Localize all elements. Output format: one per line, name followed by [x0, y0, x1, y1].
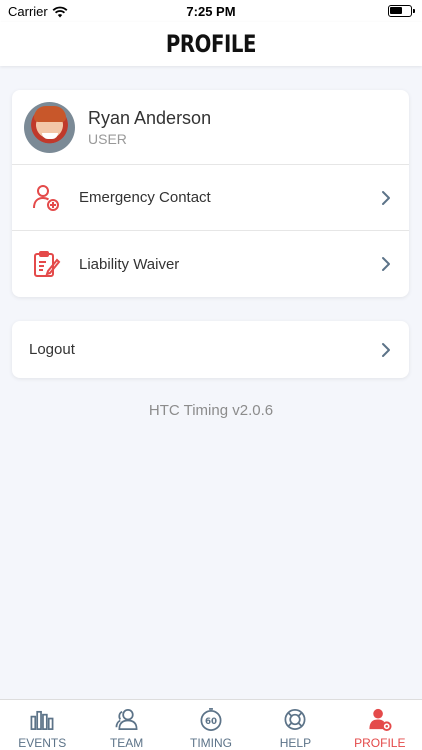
tab-label: EVENTS: [18, 736, 67, 750]
logout-label: Logout: [29, 341, 75, 358]
chevron-right-icon: [382, 190, 390, 205]
menu-item-label: Emergency Contact: [79, 189, 211, 206]
tab-timing[interactable]: 60 TIMING: [169, 700, 253, 750]
bar-chart-icon: [30, 710, 54, 730]
tab-label: TIMING: [190, 736, 233, 750]
profile-card: Ryan Anderson USER Emergency Contact Lia…: [12, 90, 409, 297]
lifebuoy-icon: [284, 709, 306, 730]
menu-item-liability-waiver[interactable]: Liability Waiver: [12, 231, 409, 297]
tab-profile[interactable]: PROFILE: [338, 700, 422, 750]
profile-header: Ryan Anderson USER: [12, 90, 409, 165]
tab-team[interactable]: TEAM: [84, 700, 168, 750]
tab-events[interactable]: EVENTS: [0, 700, 84, 750]
svg-text:60: 60: [205, 717, 217, 727]
status-time: 7:25 PM: [186, 4, 236, 19]
stopwatch-icon: 60: [200, 708, 222, 731]
menu-item-emergency-contact[interactable]: Emergency Contact: [12, 165, 409, 231]
status-bar: Carrier 7:25 PM: [0, 0, 422, 22]
tab-label: HELP: [279, 736, 312, 750]
logout-button[interactable]: Logout: [12, 321, 409, 378]
team-icon: [115, 709, 138, 730]
logout-card: Logout: [12, 321, 409, 378]
profile-text: Ryan Anderson USER: [88, 108, 211, 147]
profile-name: Ryan Anderson: [88, 107, 212, 128]
avatar: [24, 101, 75, 153]
tab-bar: EVENTS TEAM 60 TIMING HELP PROFILE: [0, 699, 422, 750]
page-title: PROFILE: [165, 30, 257, 58]
tab-help[interactable]: HELP: [253, 700, 337, 750]
chevron-right-icon: [382, 257, 390, 271]
user-plus-icon: [29, 181, 63, 215]
profile-role: USER: [88, 130, 127, 147]
app-version: HTC Timing v2.0.6: [148, 402, 274, 419]
battery-icon: [388, 5, 415, 17]
clipboard-edit-icon: [29, 247, 63, 281]
profile-icon: [369, 708, 392, 732]
navigation-bar: PROFILE: [0, 22, 422, 66]
menu-item-label: Liability Waiver: [79, 255, 180, 273]
chevron-right-icon: [382, 342, 390, 357]
tab-label: PROFILE: [354, 736, 406, 750]
tab-label: TEAM: [109, 736, 144, 750]
